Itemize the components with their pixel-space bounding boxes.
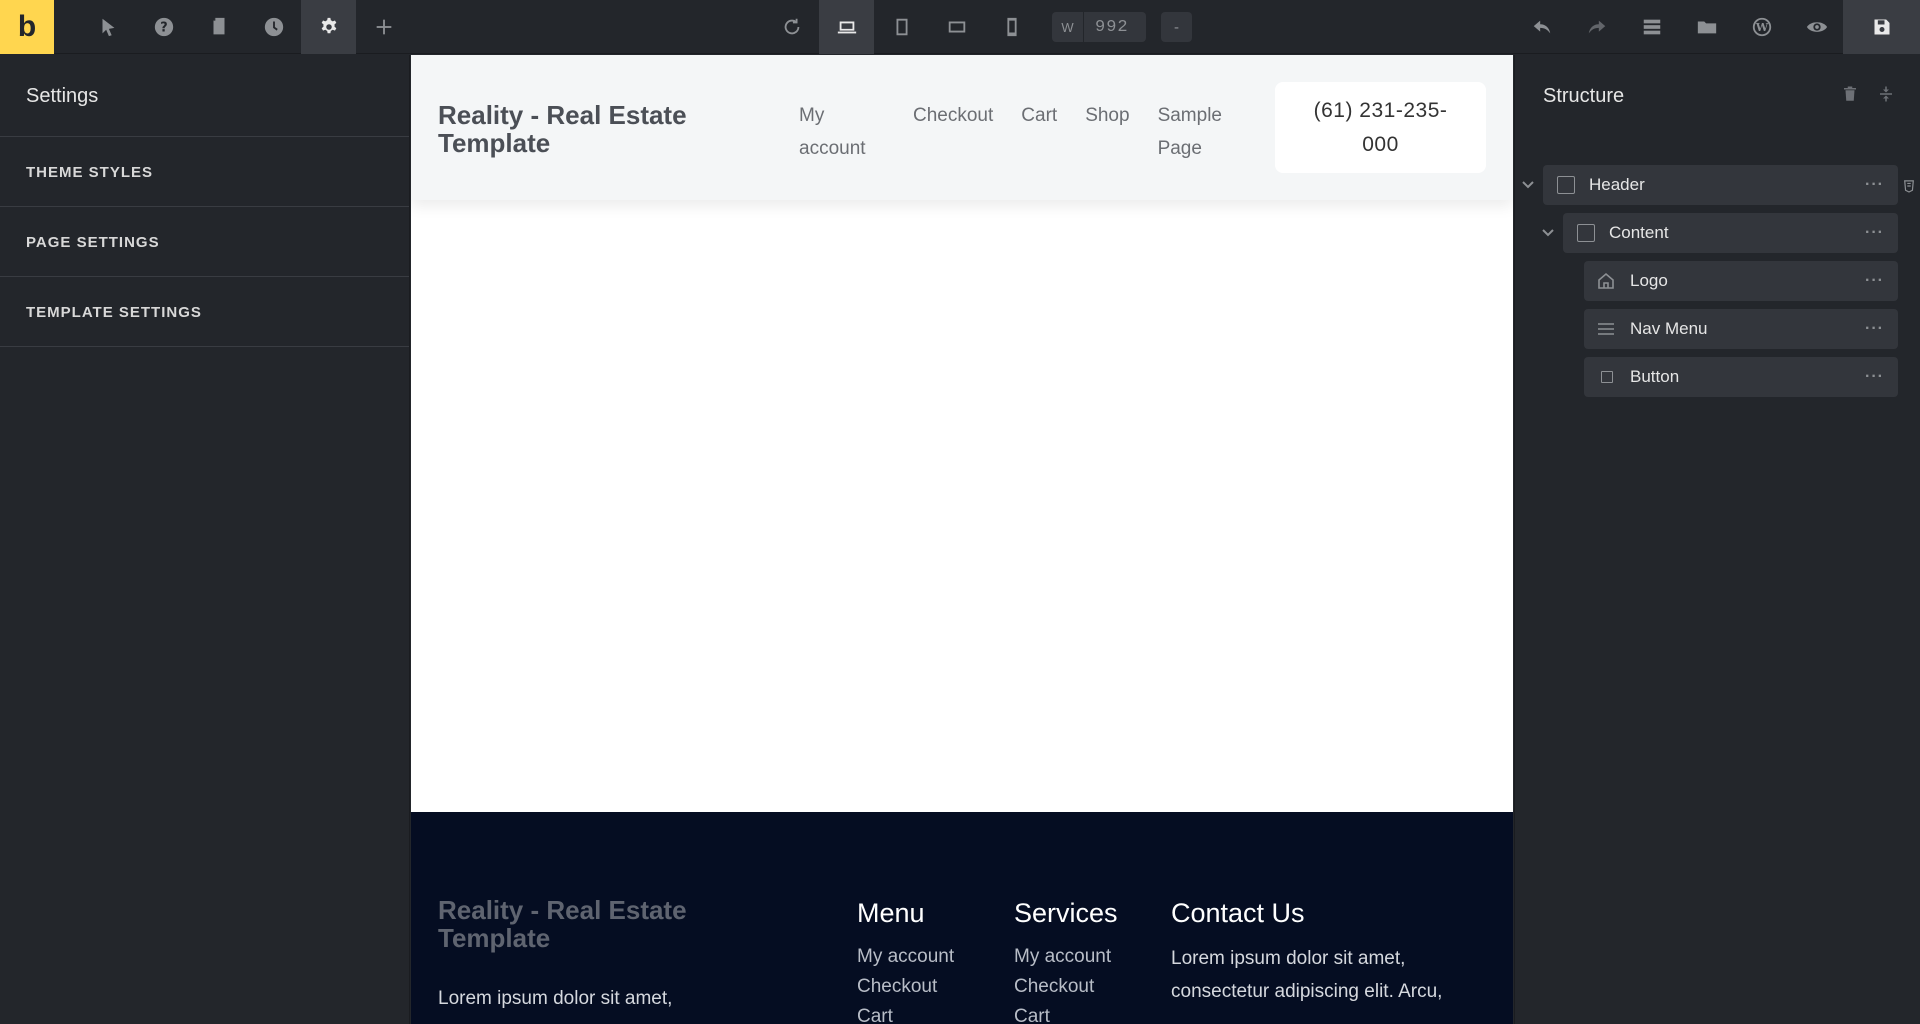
more-options-icon[interactable]: ··· [1865, 320, 1884, 338]
footer-services-title: Services [1014, 898, 1118, 928]
builder-logo[interactable]: b [0, 0, 54, 54]
footer-text: Lorem ipsum dolor sit amet, [438, 988, 673, 1009]
section-box-icon [1557, 176, 1575, 194]
nav-link-shop[interactable]: Shop [1085, 99, 1129, 165]
phone-button[interactable]: (61) 231-235-000 [1275, 82, 1486, 173]
desktop-view-icon[interactable] [819, 0, 874, 54]
footer-menu-title: Menu [857, 898, 925, 928]
footer-services-link[interactable]: Checkout [1014, 972, 1118, 1002]
structure-item-label: Header [1589, 175, 1645, 194]
tablet-portrait-icon[interactable] [874, 0, 929, 54]
structure-item-content[interactable]: Content ··· [1563, 213, 1898, 253]
container-box-icon [1577, 224, 1595, 242]
site-footer: Reality - Real Estate Template Lorem ips… [411, 812, 1513, 1024]
undo-icon[interactable] [1514, 0, 1569, 54]
structure-title: Structure [1543, 85, 1625, 107]
layout-stack-icon[interactable] [1624, 0, 1679, 54]
width-label: W [1052, 12, 1084, 42]
settings-title: Settings [0, 55, 409, 137]
menu-lines-icon [1596, 319, 1616, 339]
more-options-icon[interactable]: ··· [1865, 272, 1884, 290]
template-settings-item[interactable]: TEMPLATE SETTINGS [0, 277, 409, 347]
canvas-width-input[interactable]: W 992 [1052, 12, 1146, 42]
structure-item-header[interactable]: Header ··· [1543, 165, 1898, 205]
folder-icon[interactable] [1679, 0, 1734, 54]
nav-link-sample-page[interactable]: Sample Page [1158, 99, 1238, 165]
structure-panel: Structure Header ··· Content ··· Logo ··… [1514, 55, 1920, 1024]
footer-logo[interactable]: Reality - Real Estate Template [438, 896, 738, 952]
settings-panel: Settings THEME STYLES PAGE SETTINGS TEMP… [0, 55, 410, 1024]
save-icon [1874, 19, 1889, 35]
content-expand-chevron-icon[interactable] [1541, 226, 1555, 240]
structure-item-logo[interactable]: Logo ··· [1584, 261, 1898, 301]
collapse-all-icon[interactable] [1877, 85, 1897, 105]
html-tag-icon[interactable] [1903, 179, 1917, 195]
settings-gear-icon[interactable] [301, 0, 356, 54]
nav-link-checkout[interactable]: Checkout [913, 99, 993, 165]
tablet-landscape-icon[interactable] [929, 0, 984, 54]
pages-icon[interactable] [191, 0, 246, 54]
history-icon[interactable] [246, 0, 301, 54]
footer-contact-text: Lorem ipsum dolor sit amet, consectetur … [1171, 948, 1443, 1002]
add-icon[interactable] [356, 0, 411, 54]
site-header[interactable]: Reality - Real Estate Template My accoun… [411, 55, 1513, 200]
footer-services-column: Services My account Checkout Cart [1014, 898, 1118, 1024]
footer-contact-column: Contact Us Lorem ipsum dolor sit amet, c… [1171, 898, 1471, 1008]
nav-link-cart[interactable]: Cart [1021, 99, 1057, 165]
structure-item-label: Logo [1630, 271, 1668, 290]
footer-menu-link[interactable]: Checkout [857, 972, 954, 1002]
wordpress-icon[interactable]: W [1734, 0, 1789, 54]
site-logo[interactable]: Reality - Real Estate Template [438, 101, 738, 157]
svg-text:?: ? [160, 21, 167, 36]
structure-item-label: Nav Menu [1630, 319, 1708, 338]
page-canvas[interactable]: Reality - Real Estate Template My accoun… [411, 55, 1513, 1024]
footer-menu-link[interactable]: Cart [857, 1002, 954, 1024]
trash-icon[interactable] [1841, 85, 1861, 105]
square-icon [1601, 371, 1613, 383]
structure-item-button[interactable]: Button ··· [1584, 357, 1898, 397]
help-icon[interactable]: ? [136, 0, 191, 54]
svg-text:W: W [1754, 21, 1768, 34]
more-options-icon[interactable]: ··· [1865, 368, 1884, 386]
nav-link-my-account[interactable]: My account [799, 99, 885, 165]
preview-eye-icon[interactable] [1789, 0, 1844, 54]
footer-services-link[interactable]: My account [1014, 942, 1118, 972]
structure-item-label: Button [1630, 367, 1680, 386]
more-options-icon[interactable]: ··· [1865, 176, 1884, 194]
mobile-view-icon[interactable] [984, 0, 1039, 54]
redo-icon[interactable] [1569, 0, 1624, 54]
page-settings-item[interactable]: PAGE SETTINGS [0, 207, 409, 277]
footer-contact-title: Contact Us [1171, 898, 1305, 928]
cursor-icon[interactable] [80, 0, 135, 54]
structure-item-nav-menu[interactable]: Nav Menu ··· [1584, 309, 1898, 349]
theme-styles-item[interactable]: THEME STYLES [0, 137, 409, 207]
refresh-icon[interactable] [764, 0, 819, 54]
site-nav-menu: My account Checkout Cart Shop Sample Pag… [799, 99, 1238, 165]
width-value[interactable]: 992 [1084, 18, 1146, 37]
structure-item-label: Content [1609, 223, 1669, 242]
footer-services-link[interactable]: Cart [1014, 1002, 1118, 1024]
home-icon [1596, 271, 1616, 291]
footer-menu-link[interactable]: My account [857, 942, 954, 972]
footer-menu-column: Menu My account Checkout Cart [857, 898, 954, 1024]
header-expand-chevron-icon[interactable] [1521, 178, 1535, 192]
more-options-icon[interactable]: ··· [1865, 224, 1884, 242]
width-reset-button[interactable]: - [1161, 12, 1192, 42]
save-button[interactable] [1843, 0, 1920, 54]
top-toolbar: b ? W 992 - W [0, 0, 1920, 54]
